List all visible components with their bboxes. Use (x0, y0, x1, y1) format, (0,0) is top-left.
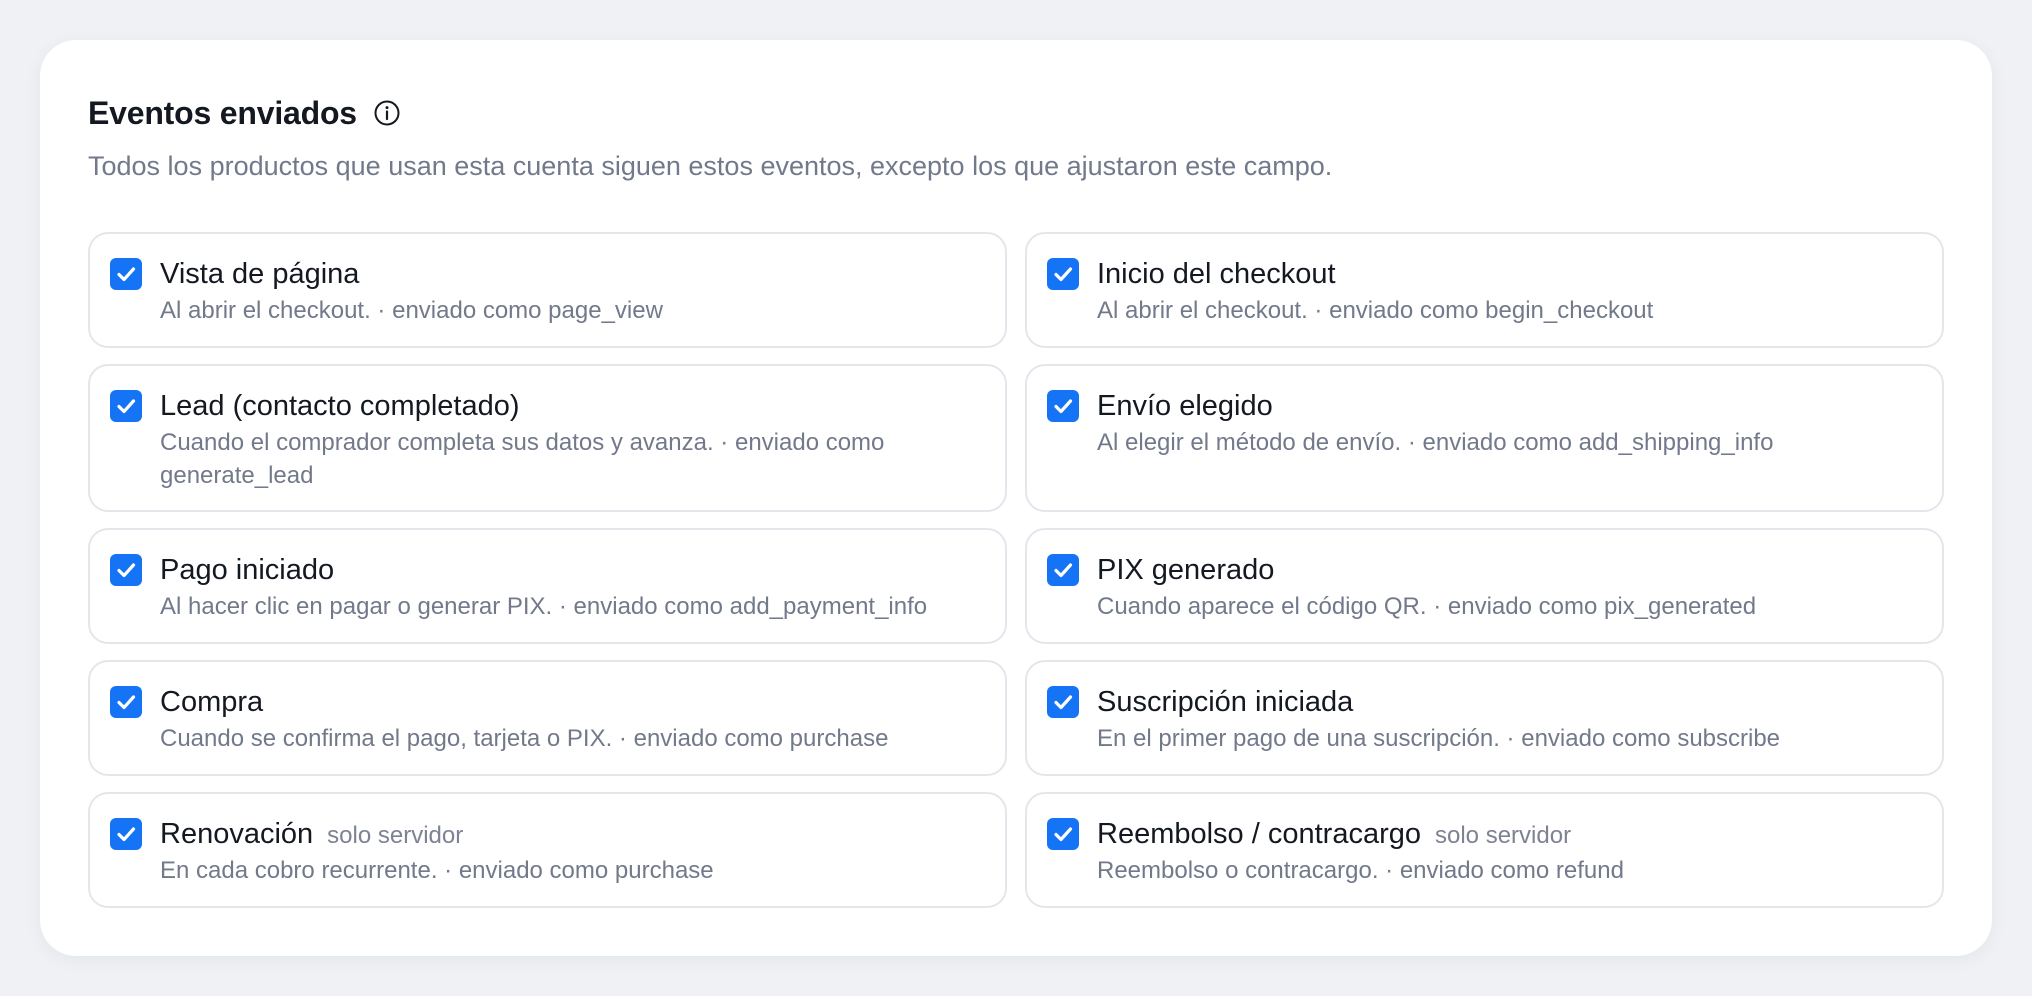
event-name: Vista de página (160, 258, 360, 290)
event-name-row: Inicio del checkout (1097, 254, 1922, 294)
event-name: Reembolso / contracargo (1097, 818, 1421, 850)
checkmark-icon (1054, 695, 1073, 710)
event-item-begin-checkout[interactable]: Inicio del checkout Al abrir el checkout… (1025, 232, 1944, 348)
event-description: En el primer pago de una suscripción. · … (1097, 725, 1781, 752)
event-item-add-payment-info[interactable]: Pago iniciado Al hacer clic en pagar o g… (88, 528, 1007, 644)
server-only-tag: solo servidor (327, 822, 464, 849)
event-description: Cuando aparece el código QR. · enviado c… (1097, 593, 1757, 620)
event-name-row: Envío elegido (1097, 386, 1922, 426)
event-texts: Suscripción iniciada En el primer pago d… (1097, 682, 1922, 755)
event-name-row: Pago iniciado (160, 550, 985, 590)
card-subtitle: Todos los productos que usan esta cuenta… (88, 151, 1333, 181)
event-name: Envío elegido (1097, 390, 1273, 422)
event-checkbox[interactable] (110, 554, 142, 586)
event-texts: Lead (contacto completado) Cuando el com… (160, 386, 985, 492)
event-description: Cuando el comprador completa sus datos y… (160, 429, 885, 489)
event-checkbox[interactable] (1047, 554, 1079, 586)
checkmark-icon (1054, 267, 1073, 282)
event-description: Al hacer clic en pagar o generar PIX. · … (160, 593, 928, 620)
event-checkbox[interactable] (1047, 258, 1079, 290)
event-item-add-shipping-info[interactable]: Envío elegido Al elegir el método de env… (1025, 364, 1944, 512)
event-texts: Renovación solo servidor En cada cobro r… (160, 814, 985, 887)
event-item-generate-lead[interactable]: Lead (contacto completado) Cuando el com… (88, 364, 1007, 512)
event-checkbox[interactable] (110, 258, 142, 290)
card-header: Eventos enviados Todos los productos que… (88, 90, 1944, 186)
event-checkbox[interactable] (1047, 686, 1079, 718)
events-card: Eventos enviados Todos los productos que… (40, 40, 1992, 956)
event-description: Al abrir el checkout. · enviado como beg… (1097, 297, 1654, 324)
event-name: Suscripción iniciada (1097, 686, 1354, 718)
event-checkbox[interactable] (110, 818, 142, 850)
event-checkbox[interactable] (110, 390, 142, 422)
checkmark-icon (117, 695, 136, 710)
event-name: Inicio del checkout (1097, 258, 1336, 290)
event-name-row: Suscripción iniciada (1097, 682, 1922, 722)
event-texts: Inicio del checkout Al abrir el checkout… (1097, 254, 1922, 327)
events-grid: Vista de página Al abrir el checkout. · … (88, 232, 1944, 924)
event-texts: Reembolso / contracargo solo servidor Re… (1097, 814, 1922, 887)
event-checkbox[interactable] (110, 686, 142, 718)
event-description: Al abrir el checkout. · enviado como pag… (160, 297, 663, 324)
event-name-row: Compra (160, 682, 985, 722)
event-name-row: PIX generado (1097, 550, 1922, 590)
info-icon[interactable] (371, 97, 403, 129)
event-texts: Envío elegido Al elegir el método de env… (1097, 386, 1922, 459)
event-description: Al elegir el método de envío. · enviado … (1097, 429, 1774, 456)
event-name-row: Reembolso / contracargo solo servidor (1097, 814, 1922, 854)
event-name-row: Renovación solo servidor (160, 814, 985, 854)
event-description: En cada cobro recurrente. · enviado como… (160, 857, 714, 884)
event-checkbox[interactable] (1047, 390, 1079, 422)
event-description: Reembolso o contracargo. · enviado como … (1097, 857, 1624, 884)
event-item-page-view[interactable]: Vista de página Al abrir el checkout. · … (88, 232, 1007, 348)
event-item-renewal[interactable]: Renovación solo servidor En cada cobro r… (88, 792, 1007, 908)
event-name: PIX generado (1097, 554, 1275, 586)
event-texts: Vista de página Al abrir el checkout. · … (160, 254, 985, 327)
event-item-refund[interactable]: Reembolso / contracargo solo servidor Re… (1025, 792, 1944, 908)
card-title: Eventos enviados (88, 94, 357, 131)
checkmark-icon (117, 399, 136, 414)
event-checkbox[interactable] (1047, 818, 1079, 850)
checkmark-icon (117, 563, 136, 578)
event-name-row: Vista de página (160, 254, 985, 294)
event-texts: PIX generado Cuando aparece el código QR… (1097, 550, 1922, 623)
checkmark-icon (1054, 399, 1073, 414)
event-name: Lead (contacto completado) (160, 390, 520, 422)
event-texts: Pago iniciado Al hacer clic en pagar o g… (160, 550, 985, 623)
checkmark-icon (1054, 827, 1073, 842)
event-texts: Compra Cuando se confirma el pago, tarje… (160, 682, 985, 755)
event-name: Renovación (160, 818, 314, 850)
title-row: Eventos enviados (88, 90, 1944, 136)
event-name: Pago iniciado (160, 554, 335, 586)
event-item-subscribe[interactable]: Suscripción iniciada En el primer pago d… (1025, 660, 1944, 776)
event-item-pix-generated[interactable]: PIX generado Cuando aparece el código QR… (1025, 528, 1944, 644)
checkmark-icon (1054, 563, 1073, 578)
checkmark-icon (117, 827, 136, 842)
event-name: Compra (160, 686, 264, 718)
event-item-purchase[interactable]: Compra Cuando se confirma el pago, tarje… (88, 660, 1007, 776)
event-description: Cuando se confirma el pago, tarjeta o PI… (160, 725, 889, 752)
checkmark-icon (117, 267, 136, 282)
event-name-row: Lead (contacto completado) (160, 386, 985, 426)
server-only-tag: solo servidor (1435, 822, 1572, 849)
